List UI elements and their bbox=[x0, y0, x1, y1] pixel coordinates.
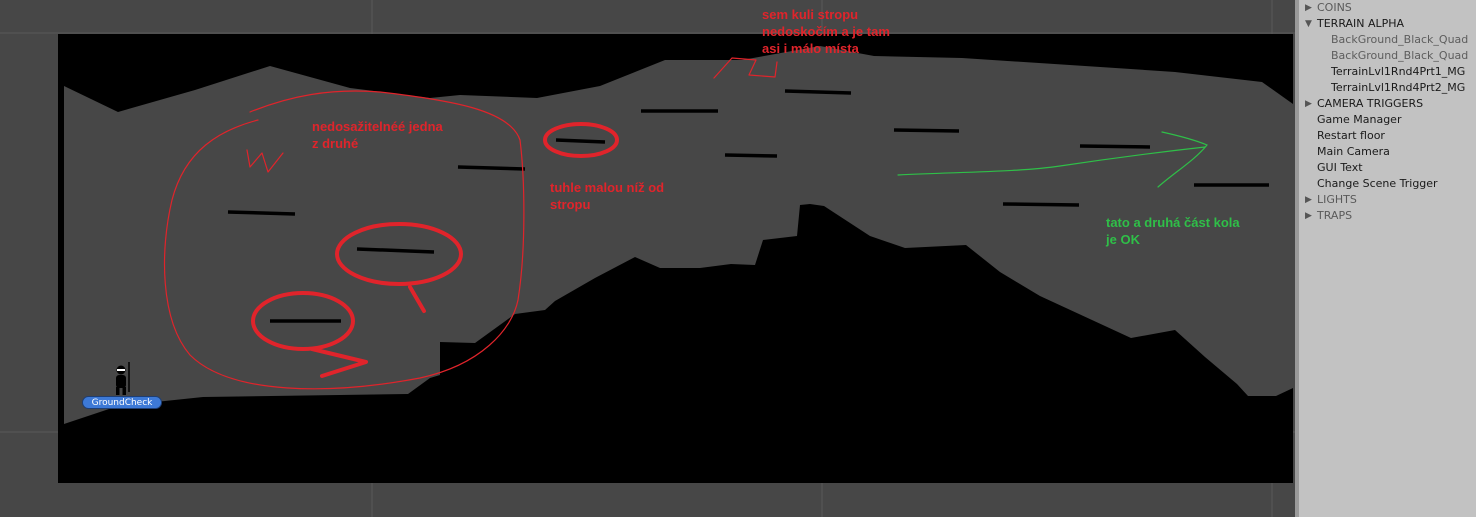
hierarchy-list: ▶ COINS ▼ TERRAIN ALPHA BackGround_Black_Qua… bbox=[1299, 0, 1476, 224]
scene-view[interactable]: sem kuli stropu nedoskočím a je tam asi … bbox=[0, 0, 1295, 517]
hierarchy-item-label: COINS bbox=[1317, 1, 1352, 14]
annotation-lower-platform-note: tuhle malou níž od stropu bbox=[550, 180, 665, 212]
hierarchy-item[interactable]: ▶ CAMERA TRIGGERS bbox=[1299, 96, 1476, 112]
hierarchy-item-label: BackGround_Black_Quad bbox=[1331, 49, 1469, 62]
platform bbox=[724, 153, 778, 158]
hierarchy-item-label: Change Scene Trigger bbox=[1317, 177, 1438, 190]
hierarchy-item-label: TerrainLvl1Rnd4Prt1_MG bbox=[1331, 65, 1466, 78]
hierarchy-item[interactable]: ▶ LIGHTS bbox=[1299, 192, 1476, 208]
annotation-ok-note: tato a druhá část kola je OK bbox=[1106, 215, 1240, 247]
platform bbox=[1002, 202, 1080, 207]
expand-arrow-right-icon[interactable]: ▶ bbox=[1305, 96, 1315, 112]
hierarchy-item[interactable]: BackGround_Black_Quad bbox=[1299, 48, 1476, 64]
hierarchy-item[interactable]: ▶ TRAPS bbox=[1299, 208, 1476, 224]
hierarchy-item-label: CAMERA TRIGGERS bbox=[1317, 97, 1424, 110]
hierarchy-item[interactable]: GUI Text bbox=[1299, 160, 1476, 176]
groundcheck-gizmo-label[interactable]: GroundCheck bbox=[82, 396, 162, 409]
hierarchy-item-label: BackGround_Black_Quad bbox=[1331, 33, 1469, 46]
expand-arrow-down-icon[interactable]: ▼ bbox=[1305, 16, 1315, 32]
hierarchy-item-label: TERRAIN ALPHA bbox=[1317, 17, 1405, 30]
hierarchy-item-label: Main Camera bbox=[1317, 145, 1390, 158]
hierarchy-panel[interactable]: ▶ COINS ▼ TERRAIN ALPHA BackGround_Black_Qua… bbox=[1295, 0, 1476, 517]
hierarchy-item[interactable]: TerrainLvl1Rnd4Prt1_MG bbox=[1299, 64, 1476, 80]
hierarchy-item-label: TRAPS bbox=[1317, 209, 1353, 222]
hierarchy-item[interactable]: BackGround_Black_Quad bbox=[1299, 32, 1476, 48]
annotation-unreachable-note: nedosažitelnéé jedna z druhé bbox=[312, 119, 443, 151]
hierarchy-item[interactable]: Restart floor bbox=[1299, 128, 1476, 144]
platform bbox=[784, 89, 852, 95]
hierarchy-item-label: Game Manager bbox=[1317, 113, 1402, 126]
hierarchy-item-label: Restart floor bbox=[1317, 129, 1385, 142]
hierarchy-item[interactable]: Main Camera bbox=[1299, 144, 1476, 160]
expand-arrow-right-icon[interactable]: ▶ bbox=[1305, 208, 1315, 224]
hierarchy-item[interactable]: Game Manager bbox=[1299, 112, 1476, 128]
platform bbox=[457, 165, 526, 171]
hierarchy-item-label: LIGHTS bbox=[1317, 193, 1357, 206]
hierarchy-item-label: GUI Text bbox=[1317, 161, 1363, 174]
platform bbox=[555, 138, 606, 144]
hierarchy-item[interactable]: ▶ COINS bbox=[1299, 0, 1476, 16]
hierarchy-item[interactable]: TerrainLvl1Rnd4Prt2_MG bbox=[1299, 80, 1476, 96]
expand-arrow-right-icon[interactable]: ▶ bbox=[1305, 0, 1315, 16]
platform bbox=[227, 210, 296, 216]
annotation-ceiling-note: sem kuli stropu nedoskočím a je tam asi … bbox=[762, 7, 890, 56]
scene-canvas[interactable] bbox=[0, 0, 1295, 517]
expand-arrow-right-icon[interactable]: ▶ bbox=[1305, 192, 1315, 208]
hierarchy-item-label: TerrainLvl1Rnd4Prt2_MG bbox=[1331, 81, 1466, 94]
platform bbox=[893, 128, 960, 133]
hierarchy-item[interactable]: Change Scene Trigger bbox=[1299, 176, 1476, 192]
hierarchy-item[interactable]: ▼ TERRAIN ALPHA bbox=[1299, 16, 1476, 32]
platform bbox=[1079, 144, 1151, 149]
